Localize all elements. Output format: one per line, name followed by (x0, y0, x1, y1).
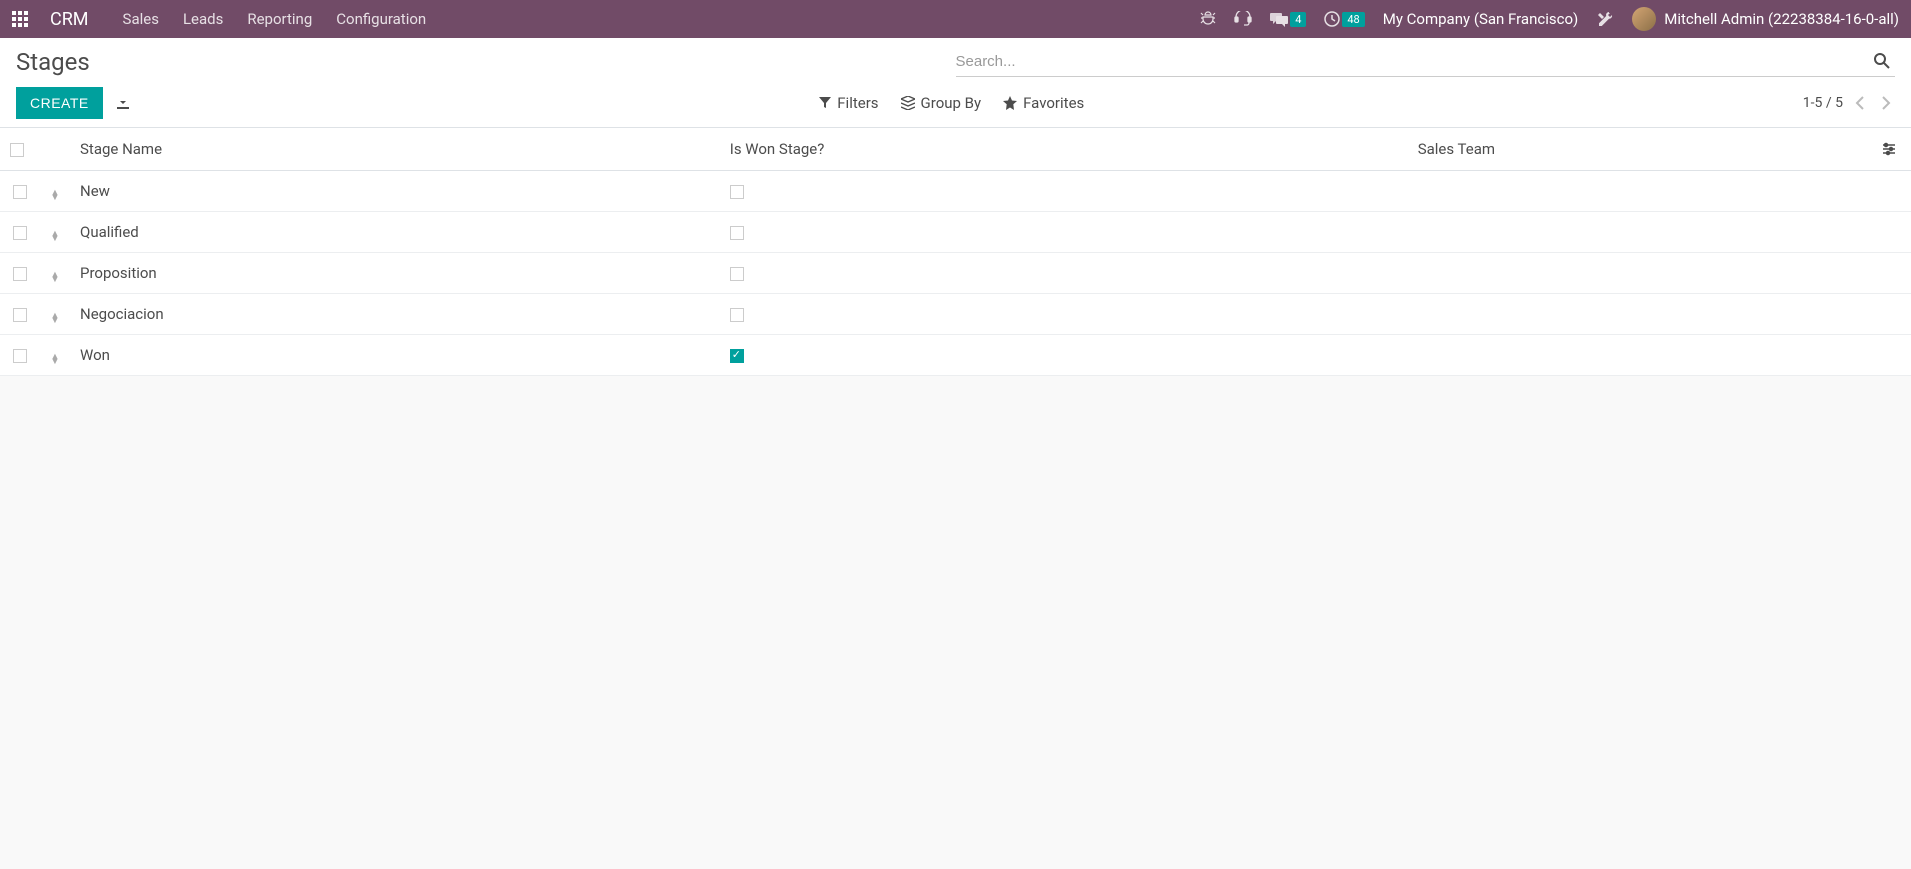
control-panel: Stages CREATE Filters Group By (0, 38, 1911, 128)
activities-icon[interactable]: 48 (1324, 11, 1364, 27)
favorites-button[interactable]: Favorites (1003, 94, 1084, 112)
cp-pager-group: 1-5 / 5 (1803, 94, 1895, 112)
drag-handle-icon[interactable]: ▲▼ (51, 232, 60, 242)
cell-is-won (720, 171, 1408, 212)
is-won-checkbox[interactable] (730, 226, 744, 240)
header-stage-name[interactable]: Stage Name (70, 128, 720, 171)
cell-sales-team (1408, 171, 1871, 212)
navbar-left: CRM Sales Leads Reporting Configuration (12, 9, 426, 30)
table-row[interactable]: ▲▼ Negociacion (0, 294, 1911, 335)
groupby-label: Group By (921, 94, 982, 112)
company-selector[interactable]: My Company (San Francisco) (1383, 10, 1578, 28)
drag-handle-icon[interactable]: ▲▼ (51, 273, 60, 283)
stages-table: Stage Name Is Won Stage? Sales Team ▲▼ Ne… (0, 128, 1911, 376)
cell-sales-team (1408, 253, 1871, 294)
cp-top: Stages (16, 48, 1895, 77)
layers-icon (901, 96, 915, 110)
cell-stage-name: New (70, 171, 720, 212)
filters-button[interactable]: Filters (819, 94, 878, 112)
row-checkbox[interactable] (13, 267, 27, 281)
drag-handle-icon[interactable]: ▲▼ (51, 314, 60, 324)
nav-menu-configuration[interactable]: Configuration (336, 10, 426, 28)
top-navbar: CRM Sales Leads Reporting Configuration … (0, 0, 1911, 38)
drag-handle-icon[interactable]: ▲▼ (51, 191, 60, 201)
cp-right: Filters Group By Favorites 1-5 / 5 (131, 94, 1895, 112)
cell-is-won (720, 212, 1408, 253)
header-handle (40, 128, 70, 171)
row-checkbox[interactable] (13, 308, 27, 322)
search-input[interactable] (956, 49, 1870, 74)
tools-icon[interactable] (1596, 10, 1614, 28)
is-won-checkbox[interactable] (730, 349, 744, 363)
cell-stage-name: Won (70, 335, 720, 376)
table-row[interactable]: ▲▼ Won (0, 335, 1911, 376)
table-row[interactable]: ▲▼ New (0, 171, 1911, 212)
favorites-label: Favorites (1023, 94, 1084, 112)
options-icon[interactable] (1881, 141, 1901, 157)
nav-menu-reporting[interactable]: Reporting (247, 10, 312, 28)
nav-menu: Sales Leads Reporting Configuration (123, 10, 427, 28)
cell-is-won (720, 253, 1408, 294)
filter-icon (819, 97, 831, 109)
search-options: Filters Group By Favorites (819, 94, 1084, 112)
nav-menu-leads[interactable]: Leads (183, 10, 223, 28)
search-bar (956, 48, 1896, 77)
cell-sales-team (1408, 212, 1871, 253)
messages-icon[interactable]: 4 (1270, 11, 1306, 27)
table-header-row: Stage Name Is Won Stage? Sales Team (0, 128, 1911, 171)
cp-left-buttons: CREATE (16, 87, 131, 119)
drag-handle-icon[interactable]: ▲▼ (51, 355, 60, 365)
messages-badge: 4 (1290, 12, 1306, 27)
header-options (1871, 128, 1911, 171)
row-checkbox[interactable] (13, 185, 27, 199)
cell-is-won (720, 335, 1408, 376)
phone-icon[interactable] (1234, 11, 1252, 27)
page-title: Stages (16, 48, 956, 76)
header-is-won[interactable]: Is Won Stage? (720, 128, 1408, 171)
row-checkbox[interactable] (13, 349, 27, 363)
navbar-right: 4 48 My Company (San Francisco) Mitchell… (1200, 7, 1899, 31)
pager-prev-icon[interactable] (1851, 94, 1869, 112)
apps-icon[interactable] (12, 11, 28, 27)
header-sales-team[interactable]: Sales Team (1408, 128, 1871, 171)
pager-text[interactable]: 1-5 / 5 (1803, 95, 1843, 111)
table-row[interactable]: ▲▼ Qualified (0, 212, 1911, 253)
is-won-checkbox[interactable] (730, 308, 744, 322)
user-menu[interactable]: Mitchell Admin (22238384-16-0-all) (1632, 7, 1899, 31)
avatar (1632, 7, 1656, 31)
cell-is-won (720, 294, 1408, 335)
select-all-checkbox[interactable] (10, 143, 24, 157)
header-checkbox-cell (0, 128, 40, 171)
cell-stage-name: Negociacion (70, 294, 720, 335)
search-icon[interactable] (1869, 48, 1895, 74)
bug-icon[interactable] (1200, 11, 1216, 27)
nav-menu-sales[interactable]: Sales (123, 10, 159, 28)
user-name: Mitchell Admin (22238384-16-0-all) (1664, 10, 1899, 28)
cell-stage-name: Proposition (70, 253, 720, 294)
filters-label: Filters (837, 94, 878, 112)
is-won-checkbox[interactable] (730, 267, 744, 281)
is-won-checkbox[interactable] (730, 185, 744, 199)
cp-bottom: CREATE Filters Group By Favorites (16, 87, 1895, 119)
cell-sales-team (1408, 294, 1871, 335)
star-icon (1003, 96, 1017, 110)
cell-stage-name: Qualified (70, 212, 720, 253)
app-brand[interactable]: CRM (50, 9, 89, 30)
cell-sales-team (1408, 335, 1871, 376)
row-checkbox[interactable] (13, 226, 27, 240)
pager-next-icon[interactable] (1877, 94, 1895, 112)
table-row[interactable]: ▲▼ Proposition (0, 253, 1911, 294)
groupby-button[interactable]: Group By (901, 94, 982, 112)
import-icon[interactable] (115, 95, 131, 111)
create-button[interactable]: CREATE (16, 87, 103, 119)
activities-badge: 48 (1342, 12, 1364, 27)
